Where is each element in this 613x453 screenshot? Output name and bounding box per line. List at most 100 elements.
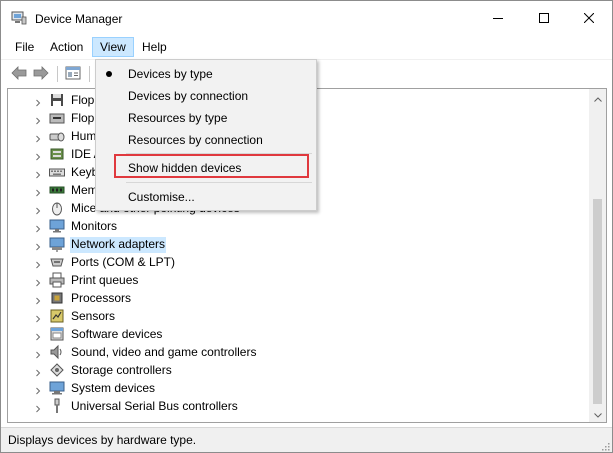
menu-view[interactable]: View: [92, 37, 134, 57]
hid-icon: [49, 128, 65, 144]
properties-icon: [65, 66, 81, 83]
tree-node-label: Flop: [71, 93, 95, 107]
tree-node-label: Network adapters: [70, 237, 167, 253]
menu-item-label: Resources by type: [128, 111, 228, 125]
tree-node[interactable]: Ports (COM & LPT): [8, 253, 598, 271]
floppy-controller-icon: [49, 92, 65, 108]
expand-chevron-icon[interactable]: [34, 384, 42, 395]
tree-node[interactable]: Network adapters: [8, 235, 598, 253]
menu-item-devices-by-type[interactable]: Devices by type: [97, 63, 315, 85]
menu-bar: File Action View Help: [1, 35, 612, 57]
tree-node[interactable]: Processors: [8, 289, 598, 307]
maximize-button[interactable]: [521, 1, 567, 35]
radio-bullet-icon: [106, 71, 112, 77]
expand-chevron-icon[interactable]: [34, 204, 42, 215]
expand-chevron-icon[interactable]: [34, 330, 42, 341]
tree-node[interactable]: Storage controllers: [8, 361, 598, 379]
back-arrow-icon: [11, 65, 27, 83]
tree-node[interactable]: Universal Serial Bus controllers: [8, 397, 598, 415]
tree-node[interactable]: Sound, video and game controllers: [8, 343, 598, 361]
highlight-box: [114, 154, 309, 178]
tree-node[interactable]: Sensors: [8, 307, 598, 325]
network-adapter-icon: [49, 236, 65, 252]
status-bar: Displays devices by hardware type.: [1, 427, 612, 452]
storage-controller-icon: [49, 362, 65, 378]
chevron-down-icon: [593, 407, 602, 421]
usb-icon: [49, 398, 65, 414]
expand-chevron-icon[interactable]: [34, 366, 42, 377]
back-button[interactable]: [9, 64, 29, 84]
keyboard-icon: [49, 164, 65, 180]
sensor-icon: [49, 308, 65, 324]
menu-action[interactable]: Action: [43, 37, 90, 57]
menu-item-devices-by-connection[interactable]: Devices by connection: [97, 85, 315, 107]
expand-chevron-icon[interactable]: [34, 96, 42, 107]
title-bar[interactable]: Device Manager: [1, 1, 612, 35]
tree-node-label: Print queues: [71, 273, 139, 287]
vertical-scrollbar[interactable]: [589, 89, 606, 422]
device-manager-window: Device Manager File Action View Help Flo…: [0, 0, 613, 453]
port-icon: [49, 254, 65, 270]
chevron-up-icon: [593, 91, 602, 105]
expand-chevron-icon[interactable]: [34, 114, 42, 125]
tree-node-label: Processors: [71, 291, 132, 305]
expand-chevron-icon[interactable]: [34, 276, 42, 287]
forward-button[interactable]: [31, 64, 51, 84]
memory-icon: [49, 182, 65, 198]
menu-item-resources-by-connection[interactable]: Resources by connection: [97, 129, 315, 151]
menu-item-label: Devices by connection: [128, 89, 249, 103]
software-device-icon: [49, 326, 65, 342]
tree-node-label: Sound, video and game controllers: [71, 345, 257, 359]
expand-chevron-icon[interactable]: [34, 186, 42, 197]
printer-icon: [49, 272, 65, 288]
window-title: Device Manager: [35, 12, 123, 26]
speaker-icon: [49, 344, 65, 360]
scroll-up-button[interactable]: [589, 89, 606, 106]
expand-chevron-icon[interactable]: [34, 240, 42, 251]
tree-node-label: Flop: [71, 111, 95, 125]
expand-chevron-icon[interactable]: [34, 222, 42, 233]
menu-item-label: Resources by connection: [128, 133, 263, 147]
tree-node-label: Software devices: [71, 327, 163, 341]
minimize-button[interactable]: [475, 1, 521, 35]
expand-chevron-icon[interactable]: [34, 294, 42, 305]
close-button[interactable]: [566, 1, 612, 35]
menu-item-label: Devices by type: [128, 67, 213, 81]
tree-node-label: Monitors: [71, 219, 118, 233]
tree-node-label: Storage controllers: [71, 363, 172, 377]
forward-arrow-icon: [33, 65, 49, 83]
device-manager-icon: [11, 11, 27, 25]
scroll-down-button[interactable]: [589, 405, 606, 422]
menu-item-resources-by-type[interactable]: Resources by type: [97, 107, 315, 129]
menu-item-label: Customise...: [128, 190, 195, 204]
system-device-icon: [49, 380, 65, 396]
expand-chevron-icon[interactable]: [34, 258, 42, 269]
tree-node-label: Sensors: [71, 309, 116, 323]
tree-node-label: Hum: [71, 129, 97, 143]
expand-chevron-icon[interactable]: [34, 150, 42, 161]
status-text: Displays devices by hardware type.: [8, 433, 197, 447]
expand-chevron-icon[interactable]: [34, 312, 42, 323]
properties-button[interactable]: [63, 64, 83, 84]
tree-node[interactable]: Software devices: [8, 325, 598, 343]
toolbar-separator: [89, 66, 90, 82]
ide-icon: [49, 146, 65, 162]
menu-separator: [126, 182, 312, 183]
tree-node[interactable]: Print queues: [8, 271, 598, 289]
menu-file[interactable]: File: [8, 37, 41, 57]
scroll-thumb[interactable]: [593, 199, 602, 404]
menu-item-customise[interactable]: Customise...: [97, 186, 315, 208]
resize-grip-icon[interactable]: [600, 440, 610, 451]
expand-chevron-icon[interactable]: [34, 402, 42, 413]
tree-node[interactable]: System devices: [8, 379, 598, 397]
expand-chevron-icon[interactable]: [34, 132, 42, 143]
tree-node-label: Universal Serial Bus controllers: [71, 399, 238, 413]
processor-icon: [49, 290, 65, 306]
tree-node[interactable]: Monitors: [8, 217, 598, 235]
expand-chevron-icon[interactable]: [34, 168, 42, 179]
view-menu-dropdown: Devices by type Devices by connection Re…: [95, 59, 317, 211]
menu-help[interactable]: Help: [135, 37, 174, 57]
expand-chevron-icon[interactable]: [34, 348, 42, 359]
mouse-icon: [49, 200, 65, 216]
floppy-drive-icon: [49, 110, 65, 126]
